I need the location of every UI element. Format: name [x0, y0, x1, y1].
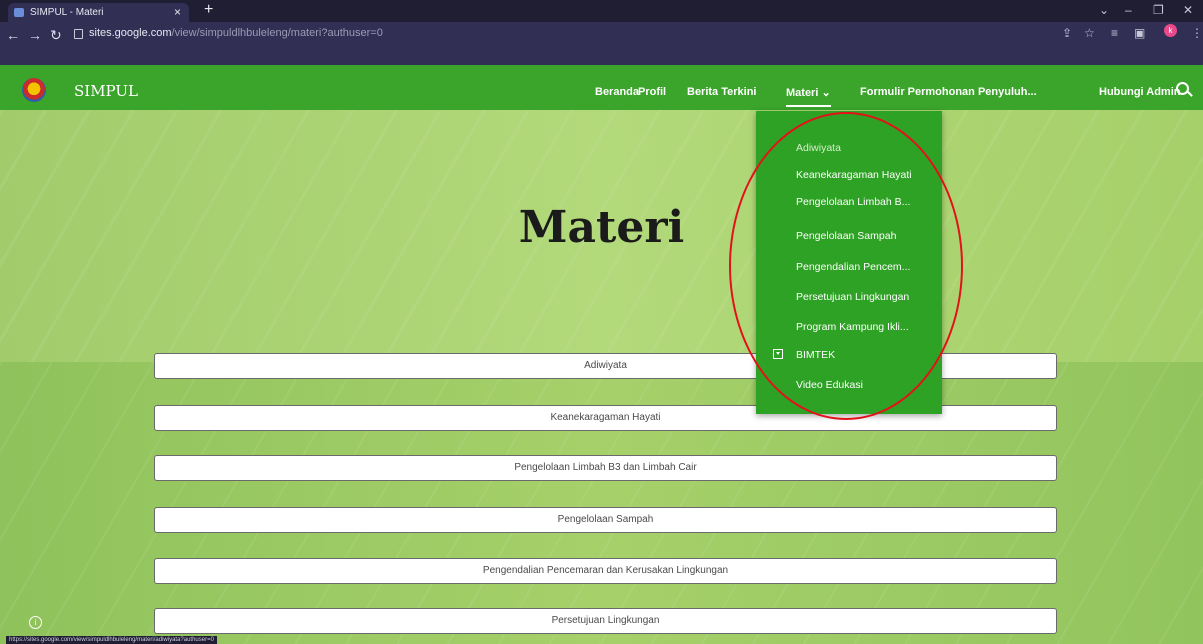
lock-icon[interactable]: [74, 29, 83, 39]
button-persetujuan-lingkungan[interactable]: Persetujuan Lingkungan: [154, 608, 1057, 634]
dropdown-item-adiwiyata[interactable]: Adiwiyata: [796, 142, 841, 154]
browser-tab-bar: SIMPUL - Materi × + ⌄ – ❐ ✕: [0, 0, 1203, 22]
button-pengendalian-pencemaran[interactable]: Pengendalian Pencemaran dan Kerusakan Li…: [154, 558, 1057, 584]
site-logo[interactable]: [22, 78, 46, 102]
browser-tab[interactable]: SIMPUL - Materi ×: [8, 3, 189, 22]
nav-beranda[interactable]: Beranda: [595, 86, 639, 98]
minimize-icon[interactable]: –: [1125, 3, 1132, 17]
dropdown-item-keanekaragaman[interactable]: Keanekaragaman Hayati: [796, 169, 912, 181]
forward-icon[interactable]: →: [28, 27, 42, 43]
side-panel-icon[interactable]: ▣: [1134, 26, 1145, 40]
site-header: SIMPUL Beranda Profil Berita Terkini Mat…: [0, 65, 1203, 110]
reload-icon[interactable]: ↻: [50, 27, 62, 44]
info-icon[interactable]: i: [29, 616, 42, 629]
dropdown-item-sampah[interactable]: Pengelolaan Sampah: [796, 230, 896, 242]
tab-search-icon[interactable]: ⌄: [1099, 3, 1109, 17]
site-name[interactable]: SIMPUL: [74, 82, 138, 100]
site-favicon-icon: [14, 8, 24, 17]
restore-icon[interactable]: ❐: [1153, 3, 1164, 17]
page-title: Materi: [518, 202, 685, 253]
materi-dropdown-menu: Adiwiyata Keanekaragaman Hayati Pengelol…: [756, 111, 942, 414]
search-icon[interactable]: [1176, 82, 1189, 95]
share-icon[interactable]: ⇪: [1062, 26, 1072, 40]
nav-materi[interactable]: Materi ⌄: [786, 86, 831, 107]
nav-hubungi-admin[interactable]: Hubungi Admin: [1099, 86, 1180, 98]
address-toolbar: ← → ↻ sites.google.com/view/simpuldlhbul…: [0, 22, 1203, 65]
url-path: /view/simpuldlhbuleleng/materi?authuser=…: [171, 27, 383, 39]
window-close-icon[interactable]: ✕: [1183, 3, 1193, 17]
chevron-down-icon: ⌄: [821, 87, 831, 99]
dropdown-item-persetujuan[interactable]: Persetujuan Lingkungan: [796, 291, 909, 303]
nav-formulir[interactable]: Formulir Permohonan Penyuluh...: [860, 86, 1037, 98]
profile-avatar[interactable]: k: [1164, 24, 1177, 37]
button-pengelolaan-limbah[interactable]: Pengelolaan Limbah B3 dan Limbah Cair: [154, 455, 1057, 481]
url-field[interactable]: sites.google.com/view/simpuldlhbuleleng/…: [89, 27, 383, 39]
new-tab-icon[interactable]: +: [204, 1, 213, 19]
reading-list-icon[interactable]: ≡: [1111, 26, 1118, 40]
tab-title: SIMPUL - Materi: [30, 7, 104, 18]
dropdown-item-video-edukasi[interactable]: Video Edukasi: [796, 379, 863, 391]
nav-profil[interactable]: Profil: [638, 86, 666, 98]
back-icon[interactable]: ←: [6, 27, 20, 43]
dropdown-item-limbah[interactable]: Pengelolaan Limbah B...: [796, 196, 910, 208]
dropdown-item-bimtek[interactable]: BIMTEK: [796, 349, 835, 361]
button-pengelolaan-sampah[interactable]: Pengelolaan Sampah: [154, 507, 1057, 533]
expand-submenu-icon[interactable]: [773, 349, 783, 359]
tab-close-icon[interactable]: ×: [174, 5, 181, 19]
nav-berita-terkini[interactable]: Berita Terkini: [687, 86, 757, 98]
url-host: sites.google.com: [89, 27, 172, 39]
dropdown-item-pencemaran[interactable]: Pengendalian Pencem...: [796, 261, 910, 273]
dropdown-item-kampung-iklim[interactable]: Program Kampung Ikli...: [796, 321, 909, 333]
nav-materi-label: Materi: [786, 87, 819, 99]
status-url-bar: https://sites.google.com/view/simpuldlhb…: [6, 636, 217, 644]
bookmark-star-icon[interactable]: ☆: [1084, 26, 1095, 40]
menu-dots-icon[interactable]: ⋮: [1191, 26, 1203, 40]
